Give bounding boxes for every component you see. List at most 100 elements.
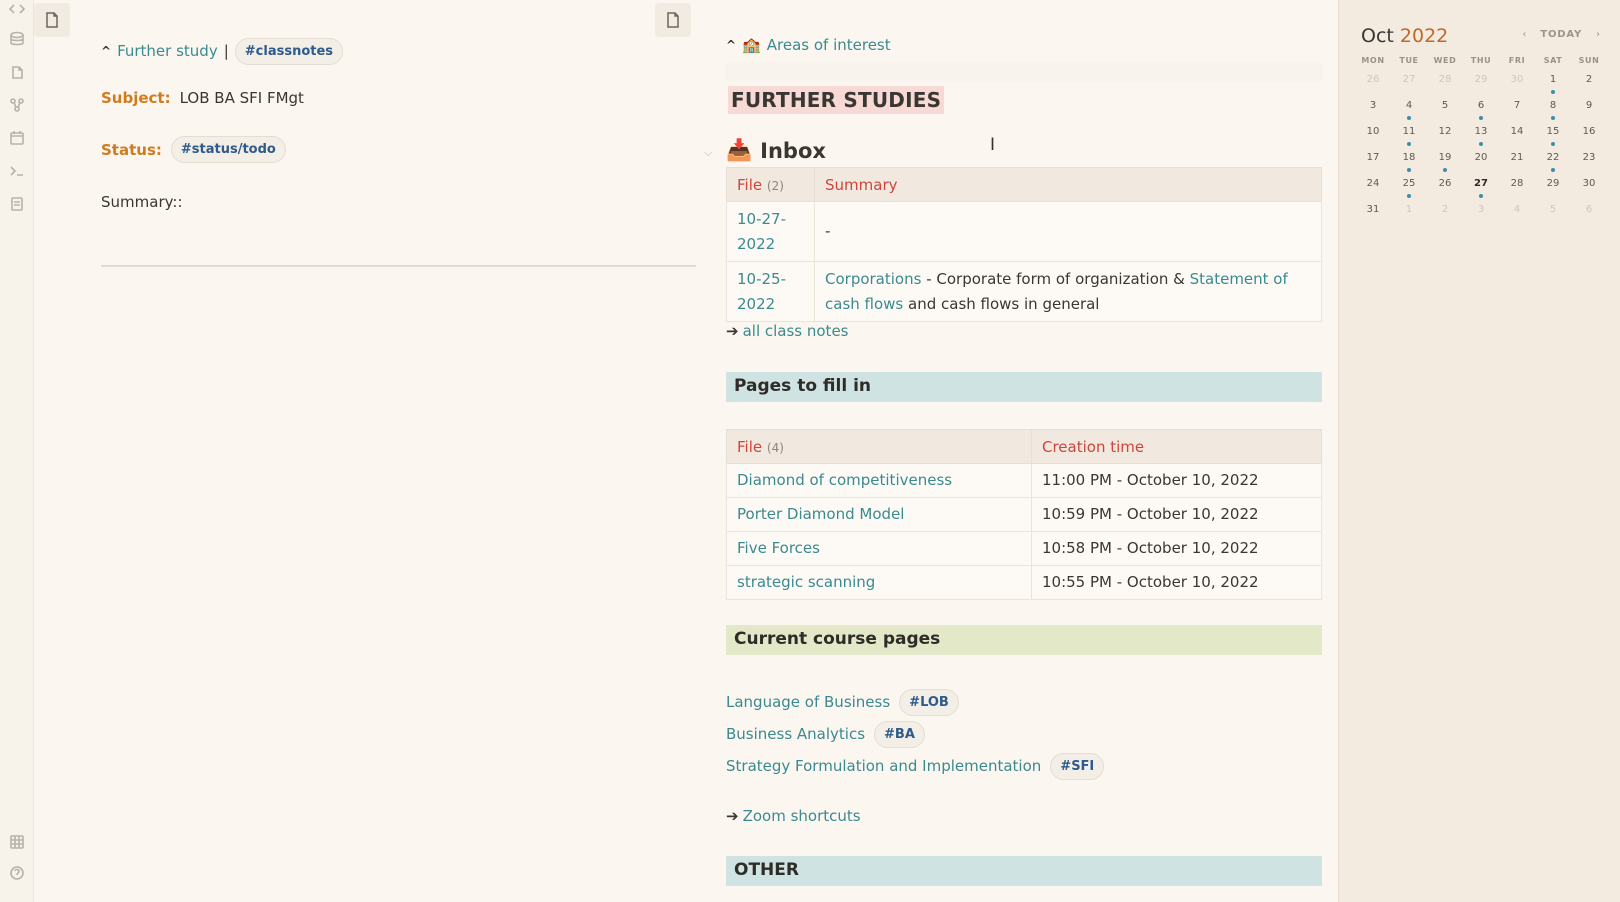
calendar-day[interactable]: 6	[1571, 200, 1607, 226]
calendar-day[interactable]: 4	[1499, 200, 1535, 226]
areas-breadcrumb: ^ 🏫 Areas of interest	[726, 36, 891, 54]
help-icon[interactable]	[8, 864, 26, 882]
calendar-day[interactable]: 22	[1535, 148, 1571, 174]
calendar-day[interactable]: 8	[1535, 96, 1571, 122]
calendar-day[interactable]: 10	[1355, 122, 1391, 148]
graph-icon[interactable]	[8, 96, 26, 114]
page-link[interactable]: Five Forces	[737, 539, 820, 557]
calendar-day[interactable]: 1	[1535, 70, 1571, 96]
calendar-day[interactable]: 14	[1499, 122, 1535, 148]
status-key: Status:	[101, 140, 162, 159]
chevron-down-icon[interactable]: ⌵	[704, 146, 712, 160]
inbox-file-cell: 10-25- 2022	[726, 261, 815, 322]
calendar-day[interactable]: 11	[1391, 122, 1427, 148]
file-icon[interactable]	[655, 3, 691, 37]
calendar-day[interactable]: 27	[1463, 174, 1499, 200]
calendar-year: 2022	[1399, 25, 1449, 47]
table-row: Five Forces 10:58 PM - October 10, 2022	[726, 531, 1322, 566]
chevron-right-icon[interactable]: ›	[1596, 29, 1600, 40]
classnotes-tag[interactable]: #classnotes	[234, 37, 344, 65]
calendar-day[interactable]: 2	[1571, 70, 1607, 96]
today-button[interactable]: TODAY	[1540, 29, 1582, 40]
calendar-day[interactable]: 26	[1355, 70, 1391, 96]
course-tag[interactable]: #BA	[874, 720, 925, 748]
areas-of-interest-link[interactable]: Areas of interest	[767, 36, 891, 54]
template-icon[interactable]	[8, 195, 26, 213]
course-link[interactable]: Language of Business	[726, 693, 890, 711]
note-dot-icon	[1443, 168, 1447, 172]
calendar-day[interactable]: 5	[1535, 200, 1571, 226]
calendar-icon[interactable]	[8, 129, 26, 147]
column-header-summary[interactable]: Summary	[814, 167, 1322, 202]
all-class-notes-link[interactable]: all class notes	[743, 322, 849, 340]
database-icon[interactable]	[8, 30, 26, 48]
calendar-day[interactable]: 3	[1355, 96, 1391, 122]
further-study-link[interactable]: Further study	[117, 42, 218, 60]
calendar-day[interactable]: 6	[1463, 96, 1499, 122]
weekday-label: FRI	[1508, 56, 1526, 65]
inbox-file-link[interactable]: 10-27-	[737, 210, 786, 228]
calendar-day[interactable]: 17	[1355, 148, 1391, 174]
column-header-file[interactable]: File (2)	[726, 167, 815, 202]
calendar-day[interactable]: 21	[1499, 148, 1535, 174]
page-link[interactable]: strategic scanning	[737, 573, 875, 591]
inbox-heading-text: Inbox	[760, 138, 826, 163]
calendar-day[interactable]: 31	[1355, 200, 1391, 226]
code-icon[interactable]	[8, 0, 26, 18]
calendar-day[interactable]: 3	[1463, 200, 1499, 226]
calendar-day[interactable]: 24	[1355, 174, 1391, 200]
calendar-day[interactable]: 13	[1463, 122, 1499, 148]
page-link[interactable]: Porter Diamond Model	[737, 505, 904, 523]
statement-of-cash-flows-link[interactable]: cash flows	[825, 295, 903, 313]
column-header-creation-time[interactable]: Creation time	[1031, 429, 1322, 464]
calendar-day[interactable]: 27	[1391, 70, 1427, 96]
status-tag[interactable]: #status/todo	[170, 136, 286, 163]
calendar-day[interactable]: 16	[1571, 122, 1607, 148]
summary-field[interactable]: Summary::	[101, 193, 701, 211]
file-icon[interactable]	[34, 3, 70, 37]
calendar-day[interactable]: 1	[1391, 200, 1427, 226]
calendar-day[interactable]: 26	[1427, 174, 1463, 200]
inbox-file-link[interactable]: 10-25-	[737, 270, 786, 288]
calendar-day[interactable]: 29	[1535, 174, 1571, 200]
calendar-week: 3456789	[1355, 96, 1607, 122]
calendar-day[interactable]: 28	[1499, 174, 1535, 200]
course-link[interactable]: Strategy Formulation and Implementation	[726, 757, 1041, 775]
course-tag[interactable]: #LOB	[899, 688, 959, 716]
page-link[interactable]: Diamond of competitiveness	[737, 471, 952, 489]
calendar-day[interactable]: 5	[1427, 96, 1463, 122]
inbox-file-link[interactable]: 2022	[737, 235, 775, 253]
statement-of-cash-flows-link[interactable]: Statement of	[1190, 270, 1288, 288]
calendar-day[interactable]: 12	[1427, 122, 1463, 148]
zoom-shortcuts-link[interactable]: Zoom shortcuts	[743, 807, 861, 825]
terminal-icon[interactable]	[8, 162, 26, 180]
course-tag[interactable]: #SFI	[1050, 752, 1105, 780]
calendar-day[interactable]: 19	[1427, 148, 1463, 174]
calendar-day[interactable]: 25	[1391, 174, 1427, 200]
chevron-left-icon[interactable]: ‹	[1522, 29, 1526, 40]
weekday-label: TUE	[1399, 56, 1419, 65]
note-dot-icon	[1551, 142, 1555, 146]
calendar-day[interactable]: 2	[1427, 200, 1463, 226]
calendar-day[interactable]: 23	[1571, 148, 1607, 174]
calendar-day[interactable]: 20	[1463, 148, 1499, 174]
calendar-day[interactable]: 4	[1391, 96, 1427, 122]
calendar-day[interactable]: 30	[1499, 70, 1535, 96]
calendar-day[interactable]: 18	[1391, 148, 1427, 174]
inbox-file-link[interactable]: 2022	[737, 295, 775, 313]
file-count: (2)	[766, 178, 784, 193]
calendar-day[interactable]: 15	[1535, 122, 1571, 148]
calendar-week: 10 11 12 13 14 15 16	[1355, 122, 1607, 148]
calendar-day[interactable]: 30	[1571, 174, 1607, 200]
calendar-day[interactable]: 28	[1427, 70, 1463, 96]
vault-icon[interactable]	[8, 833, 26, 851]
calendar-day[interactable]: 9	[1571, 96, 1607, 122]
files-icon[interactable]	[8, 63, 26, 81]
all-class-notes-row: ➔ all class notes	[726, 322, 849, 340]
calendar-day[interactable]: 7	[1499, 96, 1535, 122]
column-header-file[interactable]: File (4)	[726, 429, 1032, 464]
calendar-day[interactable]: 29	[1463, 70, 1499, 96]
subject-property: Subject: LOB BA SFI FMgt	[101, 89, 701, 107]
corporations-link[interactable]: Corporations	[825, 270, 921, 288]
course-link[interactable]: Business Analytics	[726, 725, 865, 743]
